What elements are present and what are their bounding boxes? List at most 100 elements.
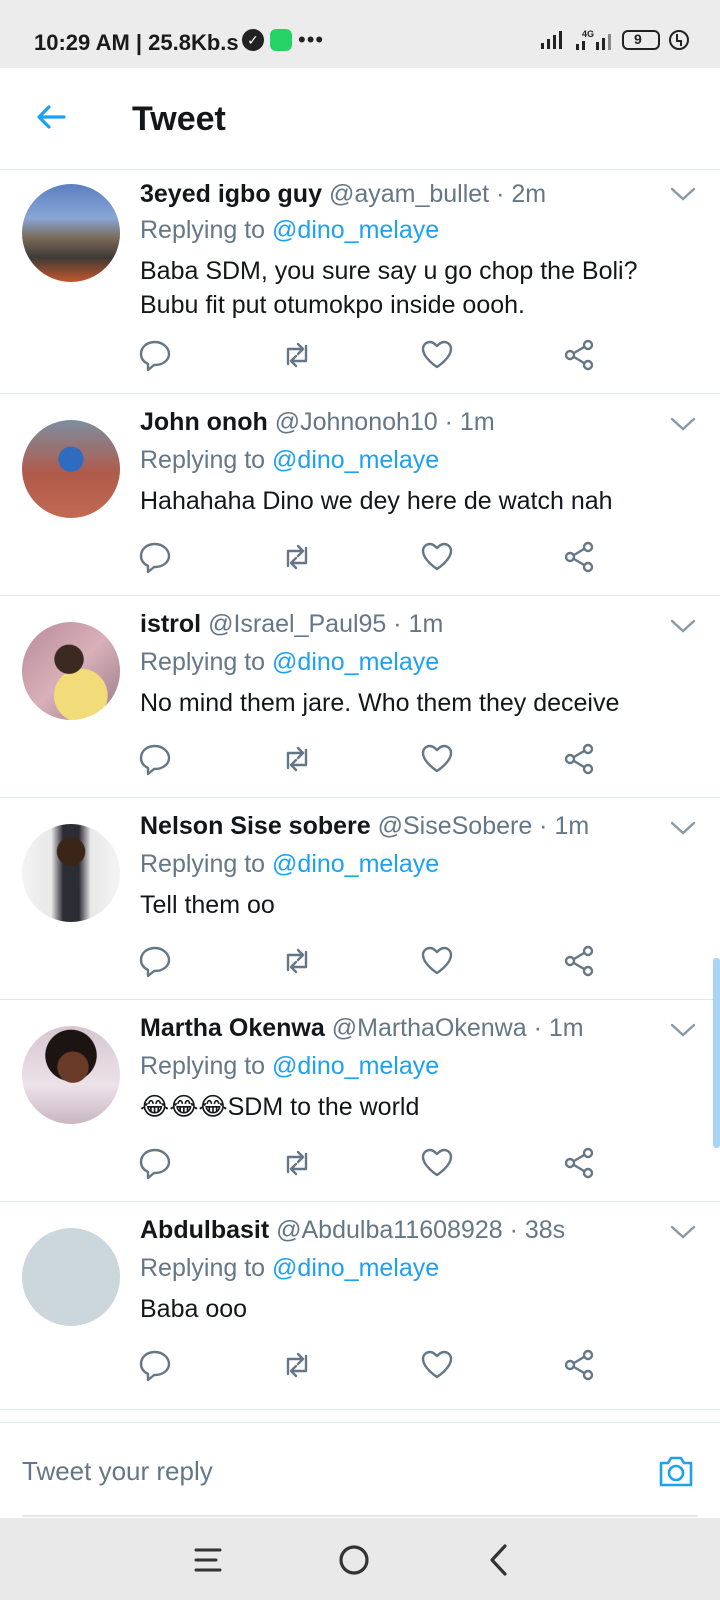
battery-level: 9 <box>634 31 642 47</box>
avatar[interactable] <box>22 824 120 922</box>
replying-to: Replying to @dino_melaye <box>140 850 439 879</box>
share-icon[interactable] <box>562 1348 596 1382</box>
page-title: Tweet <box>132 100 226 138</box>
reply-tweet[interactable]: 3eyed igbo guy @ayam_bullet · 2m Replyin… <box>0 170 720 394</box>
replying-to-label: Replying to <box>140 216 273 244</box>
camera-icon[interactable] <box>656 1451 696 1491</box>
tweet-text: Tell them oo <box>140 891 275 919</box>
display-name[interactable]: Abdulbasit <box>140 1216 269 1244</box>
tweet-text: No mind them jare. Who them they deceive <box>140 689 620 717</box>
handle-and-time: @MarthaOkenwa · 1m <box>331 1014 584 1042</box>
retweet-icon[interactable] <box>280 944 314 978</box>
replying-to: Replying to @dino_melaye <box>140 1052 439 1081</box>
replying-to-label: Replying to <box>140 648 273 676</box>
comment-icon[interactable] <box>138 944 172 978</box>
chevron-down-icon[interactable] <box>670 186 696 202</box>
replying-to: Replying to @dino_melaye <box>140 216 439 245</box>
chevron-down-icon[interactable] <box>670 416 696 432</box>
whatsapp-icon <box>270 29 292 51</box>
more-dots-icon: ••• <box>298 27 325 52</box>
share-icon[interactable] <box>562 1146 596 1180</box>
status-time: 10:29 AM | 25.8Kb.s <box>34 30 239 55</box>
replying-to-label: Replying to <box>140 850 273 878</box>
share-icon[interactable] <box>562 540 596 574</box>
comment-icon[interactable] <box>138 1348 172 1382</box>
share-icon[interactable] <box>562 338 596 372</box>
comment-icon[interactable] <box>138 540 172 574</box>
status-system-icons: 4G 9 <box>540 28 690 52</box>
mention-link[interactable]: @dino_melaye <box>272 216 439 244</box>
comment-icon[interactable] <box>138 338 172 372</box>
share-icon[interactable] <box>562 742 596 776</box>
reply-input[interactable] <box>22 1451 622 1491</box>
tweet-header: Abdulbasit @Abdulba11608928 · 38s <box>140 1216 565 1245</box>
retweet-icon[interactable] <box>280 1146 314 1180</box>
avatar[interactable] <box>22 1228 120 1326</box>
display-name[interactable]: John onoh <box>140 408 268 436</box>
reply-composer <box>0 1422 720 1518</box>
retweet-icon[interactable] <box>280 742 314 776</box>
avatar[interactable] <box>22 1026 120 1124</box>
retweet-icon[interactable] <box>280 540 314 574</box>
display-name[interactable]: 3eyed igbo guy <box>140 180 322 208</box>
reply-tweet[interactable]: Martha Okenwa @MarthaOkenwa · 1m Replyin… <box>0 1000 720 1202</box>
reply-tweet[interactable]: istrol @Israel_Paul95 · 1m Replying to @… <box>0 596 720 798</box>
avatar[interactable] <box>22 184 120 282</box>
handle-and-time: @Abdulba11608928 · 38s <box>276 1216 566 1244</box>
tweet-header: John onoh @Johnonoh10 · 1m <box>140 408 495 437</box>
signal-icon <box>541 31 562 49</box>
chevron-down-icon[interactable] <box>670 1022 696 1038</box>
home-icon[interactable] <box>334 1540 374 1580</box>
replying-to: Replying to @dino_melaye <box>140 1254 439 1283</box>
heart-icon[interactable] <box>420 1146 454 1180</box>
tweet-text: Baba SDM, you sure say u go chop the Bol… <box>140 257 638 319</box>
display-name[interactable]: Nelson Sise sobere <box>140 812 371 840</box>
back-arrow-icon[interactable] <box>34 100 68 134</box>
retweet-icon[interactable] <box>280 1348 314 1382</box>
handle-and-time: @Israel_Paul95 · 1m <box>208 610 444 638</box>
reply-tweet[interactable]: Abdulbasit @Abdulba11608928 · 38s Replyi… <box>0 1202 720 1410</box>
mention-link[interactable]: @dino_melaye <box>272 850 439 878</box>
back-icon[interactable] <box>480 1540 520 1580</box>
tweet-header: Nelson Sise sobere @SiseSobere · 1m <box>140 812 589 841</box>
heart-icon[interactable] <box>420 540 454 574</box>
status-bar: 10:29 AM | 25.8Kb.s ✓ ••• 4G 9 <box>0 0 720 68</box>
reply-tweet[interactable]: John onoh @Johnonoh10 · 1m Replying to @… <box>0 394 720 596</box>
chevron-down-icon[interactable] <box>670 820 696 836</box>
replying-to-label: Replying to <box>140 1254 273 1282</box>
divider <box>22 1515 698 1517</box>
mention-link[interactable]: @dino_melaye <box>272 648 439 676</box>
mention-link[interactable]: @dino_melaye <box>272 1254 439 1282</box>
heart-icon[interactable] <box>420 1348 454 1382</box>
check-badge-icon: ✓ <box>242 29 264 51</box>
comment-icon[interactable] <box>138 1146 172 1180</box>
handle-and-time: @Johnonoh10 · 1m <box>274 408 495 436</box>
share-icon[interactable] <box>562 944 596 978</box>
heart-icon[interactable] <box>420 944 454 978</box>
chevron-down-icon[interactable] <box>670 618 696 634</box>
chevron-down-icon[interactable] <box>670 1224 696 1240</box>
heart-icon[interactable] <box>420 742 454 776</box>
scrollbar-thumb[interactable] <box>713 958 720 1148</box>
svg-text:4G: 4G <box>582 29 594 39</box>
menu-icon[interactable] <box>190 1540 230 1580</box>
display-name[interactable]: istrol <box>140 610 201 638</box>
system-nav-bar <box>0 1518 720 1600</box>
comment-icon[interactable] <box>138 742 172 776</box>
heart-icon[interactable] <box>420 338 454 372</box>
tweet-header: 3eyed igbo guy @ayam_bullet · 2m <box>140 180 546 209</box>
replying-to: Replying to @dino_melaye <box>140 648 439 677</box>
battery-icon: 9 <box>622 30 660 50</box>
display-name[interactable]: Martha Okenwa <box>140 1014 325 1042</box>
avatar[interactable] <box>22 622 120 720</box>
tweet-text: Baba ooo <box>140 1295 248 1323</box>
reply-tweet[interactable]: Nelson Sise sobere @SiseSobere · 1m Repl… <box>0 798 720 1000</box>
retweet-icon[interactable] <box>280 338 314 372</box>
replying-to-label: Replying to <box>140 446 273 474</box>
header-bar: Tweet <box>0 68 720 170</box>
mention-link[interactable]: @dino_melaye <box>272 1052 439 1080</box>
mention-link[interactable]: @dino_melaye <box>272 446 439 474</box>
handle-and-time: @ayam_bullet · 2m <box>328 180 547 208</box>
tweet-header: istrol @Israel_Paul95 · 1m <box>140 610 443 639</box>
avatar[interactable] <box>22 420 120 518</box>
